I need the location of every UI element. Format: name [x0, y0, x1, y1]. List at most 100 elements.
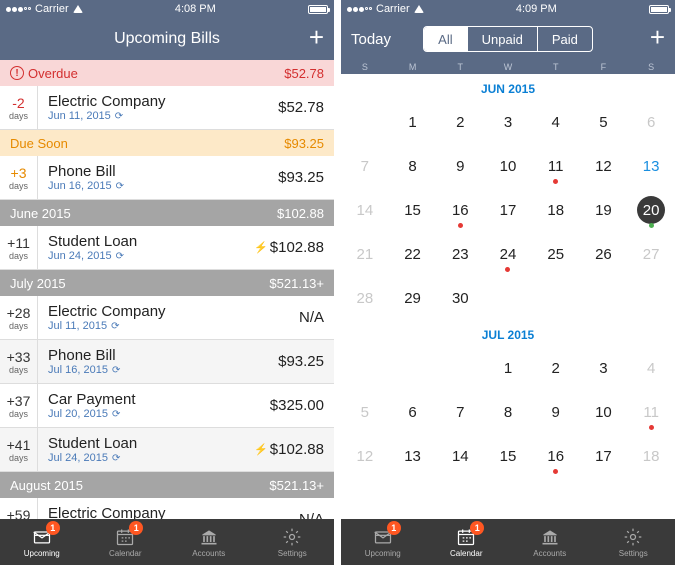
- calendar-day[interactable]: 6: [627, 100, 675, 144]
- tab-settings[interactable]: Settings: [251, 519, 335, 565]
- calendar-day[interactable]: 3: [484, 100, 532, 144]
- tab-bar: Upcoming1Calendar1 Accounts Settings: [341, 519, 675, 565]
- calendar-day[interactable]: 30: [436, 276, 484, 320]
- calendar-day[interactable]: 23: [436, 232, 484, 276]
- calendar-day[interactable]: 27: [627, 232, 675, 276]
- calendar-day[interactable]: 18: [532, 188, 580, 232]
- bill-amount: $52.78: [244, 86, 334, 129]
- calendar-day[interactable]: 16: [532, 434, 580, 478]
- bill-date: Jun 24, 2015 ⟳: [48, 250, 234, 262]
- calendar-day[interactable]: 24: [484, 232, 532, 276]
- calendar-day[interactable]: 13: [389, 434, 437, 478]
- tab-label: Upcoming: [24, 549, 60, 558]
- calendar-day[interactable]: 15: [389, 188, 437, 232]
- segment-paid[interactable]: Paid: [538, 27, 592, 51]
- bill-name: Student Loan: [48, 435, 234, 452]
- bolt-icon: ⚡: [254, 443, 268, 456]
- calendar-day[interactable]: 9: [532, 390, 580, 434]
- today-button[interactable]: Today: [351, 31, 391, 48]
- clock: 4:09 PM: [516, 3, 557, 15]
- calendar-day[interactable]: 7: [436, 390, 484, 434]
- calendar-day[interactable]: 10: [484, 144, 532, 188]
- tab-label: Settings: [619, 549, 648, 558]
- wifi-icon: [73, 5, 83, 13]
- calendar-day[interactable]: 4: [532, 100, 580, 144]
- add-button[interactable]: +: [650, 22, 665, 53]
- calendar-day[interactable]: 7: [341, 144, 389, 188]
- bill-row[interactable]: +41days Student Loan Jul 24, 2015 ⟳ ⚡$10…: [0, 428, 334, 472]
- bill-row[interactable]: +11days Student Loan Jun 24, 2015 ⟳ ⚡$10…: [0, 226, 334, 270]
- calendar-day[interactable]: 2: [436, 100, 484, 144]
- bill-amount: ⚡$102.88: [244, 226, 334, 269]
- month-label: JUN 2015: [341, 74, 675, 100]
- calendar-day: [580, 276, 628, 320]
- repeat-icon: ⟳: [116, 181, 124, 192]
- calendar-day[interactable]: 1: [389, 100, 437, 144]
- calendar-day[interactable]: 18: [627, 434, 675, 478]
- calendar-day[interactable]: 25: [532, 232, 580, 276]
- tab-accounts[interactable]: Accounts: [508, 519, 592, 565]
- segment-all[interactable]: All: [424, 27, 467, 51]
- calendar-day[interactable]: 14: [341, 188, 389, 232]
- calendar-day[interactable]: 11: [627, 390, 675, 434]
- calendar-day[interactable]: 15: [484, 434, 532, 478]
- bill-name: Electric Company: [48, 93, 234, 110]
- tab-settings[interactable]: Settings: [592, 519, 675, 565]
- page-title: Upcoming Bills: [114, 30, 220, 48]
- calendar-day[interactable]: 2: [532, 346, 580, 390]
- calendar-day[interactable]: 8: [389, 144, 437, 188]
- calendar-day[interactable]: 4: [627, 346, 675, 390]
- calendar-day[interactable]: 21: [341, 232, 389, 276]
- calendar-day[interactable]: 3: [580, 346, 628, 390]
- bill-date: Jun 16, 2015 ⟳: [48, 180, 234, 192]
- tab-upcoming[interactable]: Upcoming 1: [0, 519, 84, 565]
- bill-row[interactable]: +37days Car Payment Jul 20, 2015 ⟳ $325.…: [0, 384, 334, 428]
- phone-upcoming: Carrier 4:08 PM Upcoming Bills + !Overdu…: [0, 0, 334, 565]
- calendar-day[interactable]: 12: [580, 144, 628, 188]
- calendar-day[interactable]: 12: [341, 434, 389, 478]
- calendar-day: [627, 276, 675, 320]
- calendar-day[interactable]: 1: [484, 346, 532, 390]
- calendar-day[interactable]: 5: [580, 100, 628, 144]
- calendar-day[interactable]: 29: [389, 276, 437, 320]
- phone-calendar: Carrier 4:09 PM Today AllUnpaidPaid + SM…: [341, 0, 675, 565]
- calendar[interactable]: JUN 201512345678910111213141516171819202…: [341, 74, 675, 565]
- tab-upcoming[interactable]: Upcoming1: [341, 519, 425, 565]
- bills-list[interactable]: !Overdue$52.78-2days Electric Company Ju…: [0, 60, 334, 565]
- tab-calendar[interactable]: Calendar1: [425, 519, 509, 565]
- segment-unpaid[interactable]: Unpaid: [468, 27, 538, 51]
- bill-row[interactable]: +33days Phone Bill Jul 16, 2015 ⟳ $93.25: [0, 340, 334, 384]
- badge: 1: [46, 521, 60, 535]
- calendar-day[interactable]: 14: [436, 434, 484, 478]
- tab-accounts[interactable]: Accounts: [167, 519, 251, 565]
- calendar-day[interactable]: 8: [484, 390, 532, 434]
- bill-name: Student Loan: [48, 233, 234, 250]
- calendar-day[interactable]: 6: [389, 390, 437, 434]
- calendar-day[interactable]: 26: [580, 232, 628, 276]
- bill-row[interactable]: -2days Electric Company Jun 11, 2015 ⟳ $…: [0, 86, 334, 130]
- calendar-day: [484, 276, 532, 320]
- calendar-day[interactable]: 17: [580, 434, 628, 478]
- bill-row[interactable]: +28days Electric Company Jul 11, 2015 ⟳ …: [0, 296, 334, 340]
- calendar-day[interactable]: 10: [580, 390, 628, 434]
- calendar-day[interactable]: 13: [627, 144, 675, 188]
- bill-amount: ⚡$102.88: [244, 428, 334, 471]
- tab-label: Accounts: [533, 549, 566, 558]
- add-button[interactable]: +: [309, 22, 324, 53]
- event-dot: [553, 179, 558, 184]
- calendar-day[interactable]: 17: [484, 188, 532, 232]
- tab-bar: Upcoming 1 Calendar1AccountsSettings: [0, 519, 334, 565]
- calendar-day[interactable]: 11: [532, 144, 580, 188]
- calendar-day[interactable]: 20: [627, 188, 675, 232]
- calendar-day[interactable]: 9: [436, 144, 484, 188]
- bill-row[interactable]: +3days Phone Bill Jun 16, 2015 ⟳ $93.25: [0, 156, 334, 200]
- calendar-day[interactable]: 5: [341, 390, 389, 434]
- calendar-day[interactable]: 22: [389, 232, 437, 276]
- calendar-day[interactable]: 28: [341, 276, 389, 320]
- battery-icon: [649, 5, 669, 14]
- tab-calendar[interactable]: Calendar1: [84, 519, 168, 565]
- filter-segment[interactable]: AllUnpaidPaid: [423, 26, 593, 52]
- calendar-day[interactable]: 16: [436, 188, 484, 232]
- battery-icon: [308, 5, 328, 14]
- calendar-day[interactable]: 19: [580, 188, 628, 232]
